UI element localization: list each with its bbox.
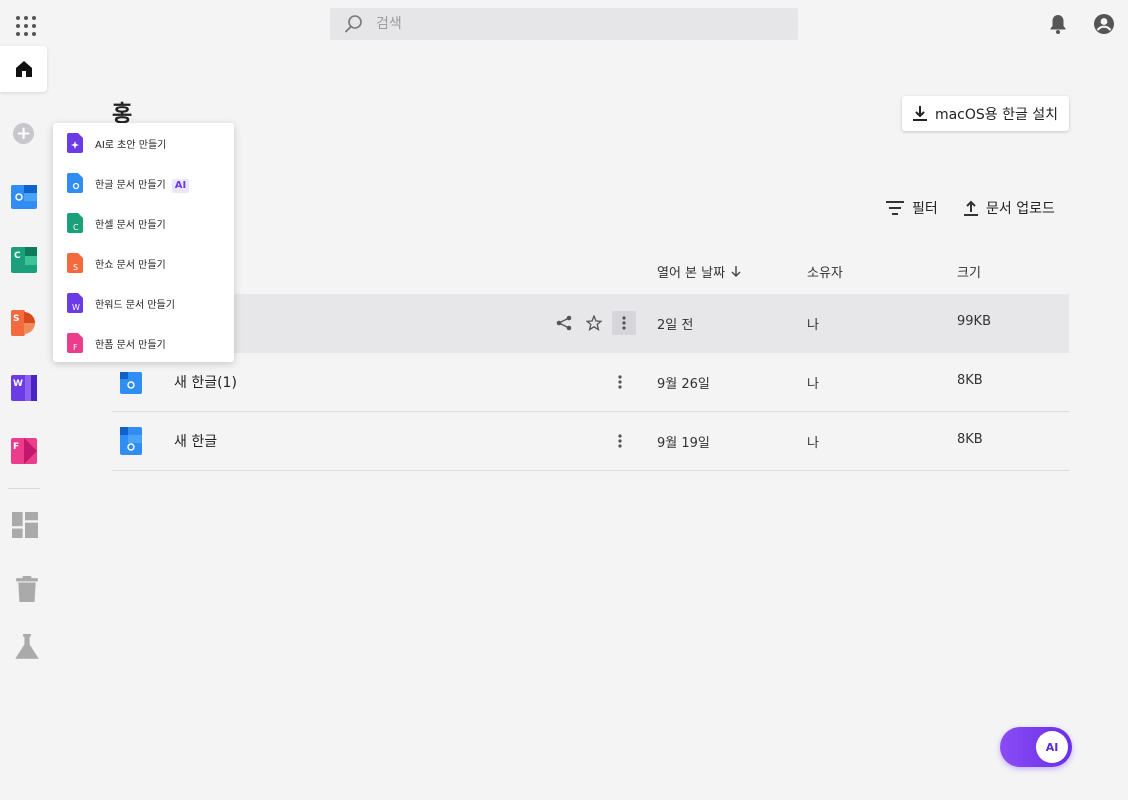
more-options-button[interactable] bbox=[608, 370, 632, 394]
create-new-icon[interactable]: + bbox=[13, 123, 34, 144]
bell-icon[interactable] bbox=[1047, 13, 1069, 35]
column-header-date[interactable]: 열어 본 날짜 bbox=[657, 262, 741, 281]
column-date-label: 열어 본 날짜 bbox=[657, 266, 726, 281]
hanshow-app-icon[interactable]: S bbox=[11, 310, 37, 336]
more-vertical-icon bbox=[618, 434, 622, 448]
sidebar-item-home[interactable] bbox=[0, 46, 47, 92]
menu-item-label: 한쇼 문서 만들기 bbox=[95, 260, 166, 271]
hancell-doc-icon: C bbox=[67, 213, 83, 233]
share-button[interactable] bbox=[552, 311, 576, 335]
hangul-doc-icon bbox=[120, 427, 142, 455]
download-icon bbox=[912, 105, 927, 121]
file-name[interactable]: 새 한글(1) bbox=[174, 372, 237, 392]
size-cell: 8KB bbox=[957, 432, 983, 447]
menu-item-label: 한셀 문서 만들기 bbox=[95, 220, 166, 231]
menu-item-label-text: 한글 문서 만들기 bbox=[95, 180, 166, 191]
more-vertical-icon bbox=[622, 316, 626, 330]
menu-item-hanshow[interactable]: S 한쇼 문서 만들기 bbox=[53, 243, 234, 283]
file-name[interactable]: 새 한글 bbox=[174, 431, 217, 451]
hancell-app-icon[interactable]: C bbox=[11, 247, 37, 273]
search-input[interactable] bbox=[374, 15, 778, 33]
hancell-letter: C bbox=[14, 251, 21, 261]
ai-assistant-button[interactable]: AI bbox=[1000, 727, 1072, 767]
filter-label: 필터 bbox=[912, 201, 938, 217]
menu-item-label: AI로 초안 만들기 bbox=[95, 140, 167, 151]
table-row[interactable]: 새 한글(1) 9월 26일 나 8KB bbox=[112, 353, 1069, 412]
column-header-owner[interactable]: 소유자 bbox=[807, 262, 843, 281]
more-vertical-icon bbox=[618, 375, 622, 389]
ai-label: AI bbox=[1036, 731, 1068, 763]
owner-cell: 나 bbox=[807, 318, 819, 333]
star-icon bbox=[586, 315, 602, 331]
home-icon bbox=[15, 61, 32, 77]
upload-button[interactable]: 문서 업로드 bbox=[964, 198, 1055, 218]
ai-badge: AI bbox=[171, 179, 190, 193]
upload-icon bbox=[964, 200, 978, 216]
apps-grid-icon[interactable] bbox=[14, 14, 38, 38]
hanshow-doc-icon: S bbox=[67, 253, 83, 273]
hangul-doc-icon bbox=[120, 372, 142, 394]
hanform-doc-icon: F bbox=[67, 333, 83, 353]
search-bar[interactable] bbox=[330, 8, 798, 40]
hangul-doc-icon bbox=[67, 173, 83, 193]
hanform-letter: F bbox=[13, 442, 19, 452]
dashboard-icon[interactable] bbox=[12, 512, 38, 538]
ai-draft-doc-icon bbox=[67, 133, 83, 153]
hanshow-letter: S bbox=[73, 263, 78, 272]
menu-item-label: 한폼 문서 만들기 bbox=[95, 340, 166, 351]
hancell-letter: C bbox=[73, 223, 79, 232]
owner-cell: 나 bbox=[807, 377, 819, 392]
favorite-button[interactable] bbox=[582, 311, 606, 335]
hanform-app-icon[interactable]: F bbox=[11, 438, 37, 464]
create-menu: AI로 초안 만들기 한글 문서 만들기 AI C 한셀 문서 만들기 S 한쇼 … bbox=[53, 123, 234, 362]
search-icon bbox=[345, 15, 362, 33]
date-cell: 9월 19일 bbox=[657, 436, 710, 451]
menu-item-hangul[interactable]: 한글 문서 만들기 AI bbox=[53, 163, 234, 203]
date-cell: 2일 전 bbox=[657, 318, 694, 333]
more-options-button[interactable] bbox=[612, 311, 636, 335]
menu-item-label: 한워드 문서 만들기 bbox=[95, 300, 175, 311]
lab-flask-icon[interactable] bbox=[14, 634, 40, 660]
hanword-doc-icon: W bbox=[67, 293, 83, 313]
menu-item-hanform[interactable]: F 한폼 문서 만들기 bbox=[53, 323, 234, 363]
column-header-size[interactable]: 크기 bbox=[957, 262, 981, 281]
filter-icon bbox=[886, 201, 904, 215]
owner-cell: 나 bbox=[807, 436, 819, 451]
share-icon bbox=[556, 315, 572, 331]
date-cell: 9월 26일 bbox=[657, 377, 710, 392]
install-macos-button[interactable]: macOS용 한글 설치 bbox=[902, 96, 1069, 131]
more-options-button[interactable] bbox=[608, 429, 632, 453]
sidebar-divider bbox=[8, 488, 40, 489]
table-row[interactable]: 새 한글 9월 19일 나 8KB bbox=[112, 412, 1069, 471]
hanword-letter: W bbox=[13, 379, 23, 389]
hanform-letter: F bbox=[73, 343, 78, 352]
menu-item-hancell[interactable]: C 한셀 문서 만들기 bbox=[53, 203, 234, 243]
menu-item-ai-draft[interactable]: AI로 초안 만들기 bbox=[53, 123, 234, 163]
menu-item-hanword[interactable]: W 한워드 문서 만들기 bbox=[53, 283, 234, 323]
install-macos-label: macOS용 한글 설치 bbox=[934, 106, 1059, 123]
size-cell: 8KB bbox=[957, 373, 983, 388]
filter-button[interactable]: 필터 bbox=[886, 198, 938, 218]
upload-label: 문서 업로드 bbox=[986, 201, 1055, 217]
hanword-doc-app-icon[interactable]: W bbox=[11, 375, 37, 401]
size-cell: 99KB bbox=[957, 314, 991, 329]
hanshow-letter: S bbox=[13, 314, 19, 324]
arrow-down-icon bbox=[731, 265, 741, 277]
hanword-app-icon[interactable] bbox=[11, 183, 37, 209]
menu-item-label: 한글 문서 만들기 AI bbox=[95, 176, 190, 193]
profile-icon[interactable] bbox=[1093, 13, 1115, 35]
hanword-letter: W bbox=[72, 303, 80, 312]
table-row[interactable]: 2일 전 나 99KB bbox=[112, 294, 1069, 353]
trash-icon[interactable] bbox=[14, 576, 40, 602]
